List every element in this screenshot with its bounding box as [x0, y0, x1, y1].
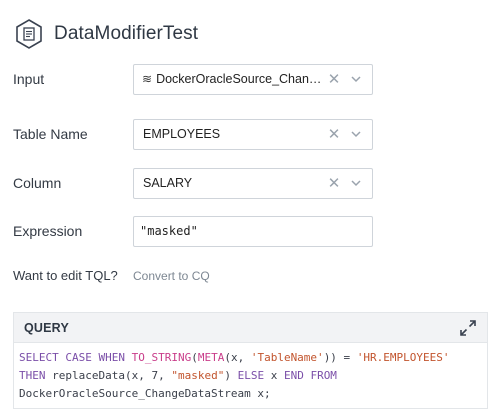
header: DataModifierTest	[14, 18, 198, 50]
clear-icon[interactable]: ✕	[327, 174, 341, 192]
query-code[interactable]: SELECT CASE WHEN TO_STRING(META(x, 'Tabl…	[14, 343, 487, 409]
input-row: Input ≋ DockerOracleSource_Change... ✕	[13, 62, 375, 96]
table-name-value: EMPLOYEES	[143, 127, 221, 141]
table-name-select[interactable]: EMPLOYEES ✕	[133, 118, 373, 150]
stream-icon: ≋	[142, 72, 153, 86]
expression-field[interactable]: "masked"	[133, 215, 373, 247]
edit-tql-label: Want to edit TQL?	[13, 268, 118, 283]
chevron-down-icon[interactable]	[349, 127, 363, 141]
convert-to-cq-link[interactable]: Convert to CQ	[133, 269, 210, 283]
expression-value: "masked"	[140, 224, 198, 238]
input-label: Input	[13, 71, 45, 87]
query-title: QUERY	[24, 320, 69, 335]
column-select[interactable]: SALARY ✕	[133, 167, 373, 199]
table-name-label: Table Name	[13, 126, 88, 142]
column-value: SALARY	[143, 176, 193, 190]
chevron-down-icon[interactable]	[349, 72, 363, 86]
clear-icon[interactable]: ✕	[327, 70, 341, 88]
column-row: Column SALARY ✕	[13, 166, 375, 200]
expand-icon[interactable]	[459, 319, 477, 337]
query-line: THEN replaceData(x, 7, "masked") ELSE x …	[19, 369, 337, 382]
clear-icon[interactable]: ✕	[327, 125, 341, 143]
table-name-row: Table Name EMPLOYEES ✕	[13, 117, 375, 151]
query-line: DockerOracleSource_ChangeDataStream x;	[19, 387, 271, 400]
column-label: Column	[13, 175, 62, 191]
document-edit-icon	[14, 18, 44, 50]
chevron-down-icon[interactable]	[349, 176, 363, 190]
query-line: SELECT CASE WHEN TO_STRING(META(x, 'Tabl…	[19, 351, 450, 364]
query-header: QUERY	[14, 313, 487, 343]
expression-row: Expression "masked"	[13, 214, 375, 248]
query-panel: QUERY SELECT CASE WHEN TO_STRING(META(x,…	[13, 312, 488, 409]
input-value: DockerOracleSource_Change...	[156, 72, 327, 86]
input-select[interactable]: ≋ DockerOracleSource_Change... ✕	[133, 63, 373, 95]
expression-label: Expression	[13, 223, 83, 239]
page-title: DataModifierTest	[54, 23, 199, 44]
